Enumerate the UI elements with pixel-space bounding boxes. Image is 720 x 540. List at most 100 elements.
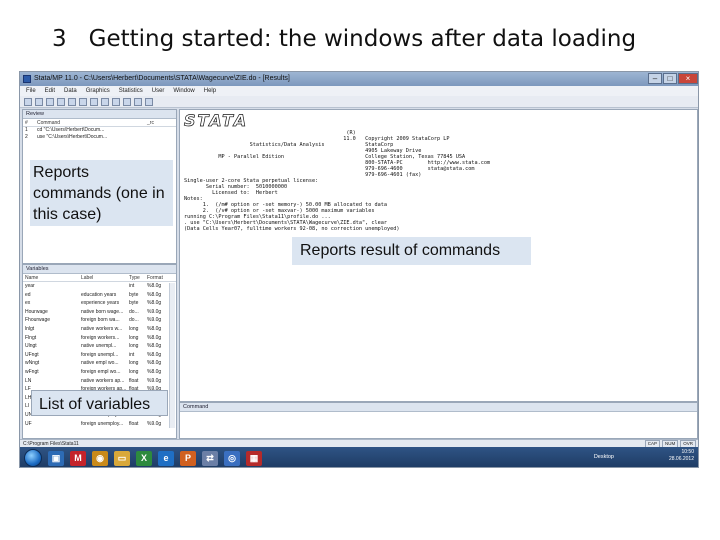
review-column-headers: # Command _rc — [23, 119, 176, 127]
review-row[interactable]: 1 cd "C:\Users\Herbert\Docum... — [23, 127, 176, 134]
desktop-toolbar-label[interactable]: Desktop — [594, 454, 614, 460]
results-line: (Data Cells Year07, fulltime workers 92-… — [184, 226, 400, 232]
menu-statistics[interactable]: Statistics — [119, 86, 143, 96]
graph-icon[interactable] — [79, 98, 87, 106]
browser-icon[interactable]: ◎ — [224, 450, 240, 466]
review-col-rc[interactable]: _rc — [147, 119, 154, 126]
variable-label: experience years — [81, 300, 120, 307]
window-title: Stata/MP 11.0 - C:\Users\Herbert\Documen… — [34, 75, 290, 82]
variable-row[interactable]: Hourwage native born wage... do... %9.0g — [23, 308, 176, 317]
slide-number: 3 — [52, 26, 67, 52]
windows-taskbar: ▣ M ◉ ▭ X e P ⇄ ◎ ▦ Desktop 10:50 28.06.… — [20, 447, 698, 467]
variable-row[interactable]: Ulngt native unempl... long %8.0g — [23, 342, 176, 351]
variable-name: ed — [25, 291, 31, 298]
variable-row[interactable]: UF foreign unemploy... float %9.0g — [23, 420, 176, 429]
log-icon[interactable] — [57, 98, 65, 106]
menu-data[interactable]: Data — [64, 86, 77, 96]
variables-scrollbar[interactable] — [169, 283, 175, 428]
menu-edit[interactable]: Edit — [45, 86, 55, 96]
variable-label: native workers ap... — [81, 377, 125, 384]
menu-graphics[interactable]: Graphics — [86, 86, 110, 96]
variable-row[interactable]: wNngt native empl wo... long %8.0g — [23, 359, 176, 368]
window-controls: – □ × — [648, 73, 698, 84]
open-icon[interactable] — [24, 98, 32, 106]
mcafee-icon[interactable]: M — [70, 450, 86, 466]
variables-col-type[interactable]: Type — [129, 274, 147, 281]
network-icon[interactable]: ⇄ — [202, 450, 218, 466]
variable-row[interactable]: Fhourwage foreign born wa... do... %9.0g — [23, 316, 176, 325]
variable-row[interactable]: ex experience years byte %8.0g — [23, 299, 176, 308]
callout-variables: List of variables — [31, 390, 168, 416]
callout-results: Reports result of commands — [292, 237, 531, 265]
variables-col-label[interactable]: Label — [81, 274, 129, 281]
variable-format: %9.0g — [147, 420, 162, 427]
menu-file[interactable]: File — [26, 86, 36, 96]
variable-type: long — [129, 334, 139, 341]
variable-name: UF — [25, 420, 32, 427]
variable-row[interactable]: LN native workers ap... float %9.0g — [23, 377, 176, 386]
variable-row[interactable]: lnlgt native workers w... long %8.0g — [23, 325, 176, 334]
clear-more-icon[interactable] — [134, 98, 142, 106]
command-header: Command — [180, 403, 697, 412]
data-editor-icon[interactable] — [101, 98, 109, 106]
menu-user[interactable]: User — [152, 86, 165, 96]
variables-column-headers: Name Label Type Format — [23, 274, 176, 282]
variable-type: int — [129, 283, 135, 289]
variable-label: foreign unempl... — [81, 351, 119, 358]
variables-manager-icon[interactable] — [123, 98, 131, 106]
variable-row[interactable]: Flngt foreign workers... long %8.0g — [23, 334, 176, 343]
review-row-command: use "C:\Users\Herbert\Docum... — [37, 134, 108, 140]
variable-label: foreign workers... — [81, 334, 120, 341]
minimize-icon[interactable]: – — [648, 73, 662, 84]
review-row[interactable]: 2 use "C:\Users\Herbert\Docum... — [23, 134, 176, 141]
slide-title-text: Getting started: the windows after data … — [88, 26, 637, 52]
do-file-editor-icon[interactable] — [90, 98, 98, 106]
save-icon[interactable] — [35, 98, 43, 106]
variable-row[interactable]: UFngt foreign unempl... int %8.0g — [23, 351, 176, 360]
window-titlebar[interactable]: Stata/MP 11.0 - C:\Users\Herbert\Documen… — [20, 72, 698, 86]
variable-row[interactable]: ed education years byte %8.0g — [23, 291, 176, 300]
print-icon[interactable] — [46, 98, 54, 106]
menu-window[interactable]: Window — [173, 86, 194, 96]
app-icon-1[interactable]: ◉ — [92, 450, 108, 466]
variable-format: %8.0g — [147, 343, 162, 350]
stata-app-icon — [23, 75, 31, 83]
variable-name: Fhourwage — [25, 317, 51, 324]
variable-row[interactable]: year int %8.0g — [23, 282, 176, 291]
variables-col-format[interactable]: Format — [147, 274, 167, 281]
variable-label: foreign empl wo... — [81, 368, 121, 375]
variable-name: Hourwage — [25, 308, 48, 315]
variable-format: %8.0g — [147, 325, 162, 332]
variable-name: Ulngt — [25, 343, 37, 350]
break-icon[interactable] — [145, 98, 153, 106]
menu-bar: File Edit Data Graphics Statistics User … — [20, 86, 698, 96]
variable-name: wNngt — [25, 360, 40, 367]
variable-format: %8.0g — [147, 300, 162, 307]
close-icon[interactable]: × — [678, 73, 698, 84]
variable-format: %9.0g — [147, 317, 162, 324]
variable-row[interactable]: wFngt foreign empl wo... long %8.0g — [23, 368, 176, 377]
variables-col-name[interactable]: Name — [25, 274, 81, 281]
excel-icon[interactable]: X — [136, 450, 152, 466]
explorer-icon[interactable]: ▣ — [48, 450, 64, 466]
command-pane[interactable]: Command — [179, 402, 698, 439]
start-button-icon[interactable] — [24, 449, 42, 467]
variable-format: %8.0g — [147, 360, 162, 367]
slide-title: 3 Getting started: the windows after data… — [52, 26, 636, 58]
folder-icon[interactable]: ▭ — [114, 450, 130, 466]
variable-type: long — [129, 368, 139, 375]
powerpoint-icon[interactable]: P — [180, 450, 196, 466]
menu-help[interactable]: Help — [204, 86, 216, 96]
variable-name: lnlgt — [25, 325, 35, 332]
data-browser-icon[interactable] — [112, 98, 120, 106]
review-col-number[interactable]: # — [25, 119, 37, 126]
system-clock[interactable]: 10:50 28.06.2012 — [669, 449, 694, 463]
review-col-command[interactable]: Command — [37, 119, 147, 126]
variable-type: do... — [129, 317, 139, 324]
stata-taskbar-icon[interactable]: ▦ — [246, 450, 262, 466]
variable-format: %8.0g — [147, 351, 162, 358]
viewer-icon[interactable] — [68, 98, 76, 106]
variable-type: do... — [129, 308, 139, 315]
internet-explorer-icon[interactable]: e — [158, 450, 174, 466]
maximize-icon[interactable]: □ — [663, 73, 677, 84]
